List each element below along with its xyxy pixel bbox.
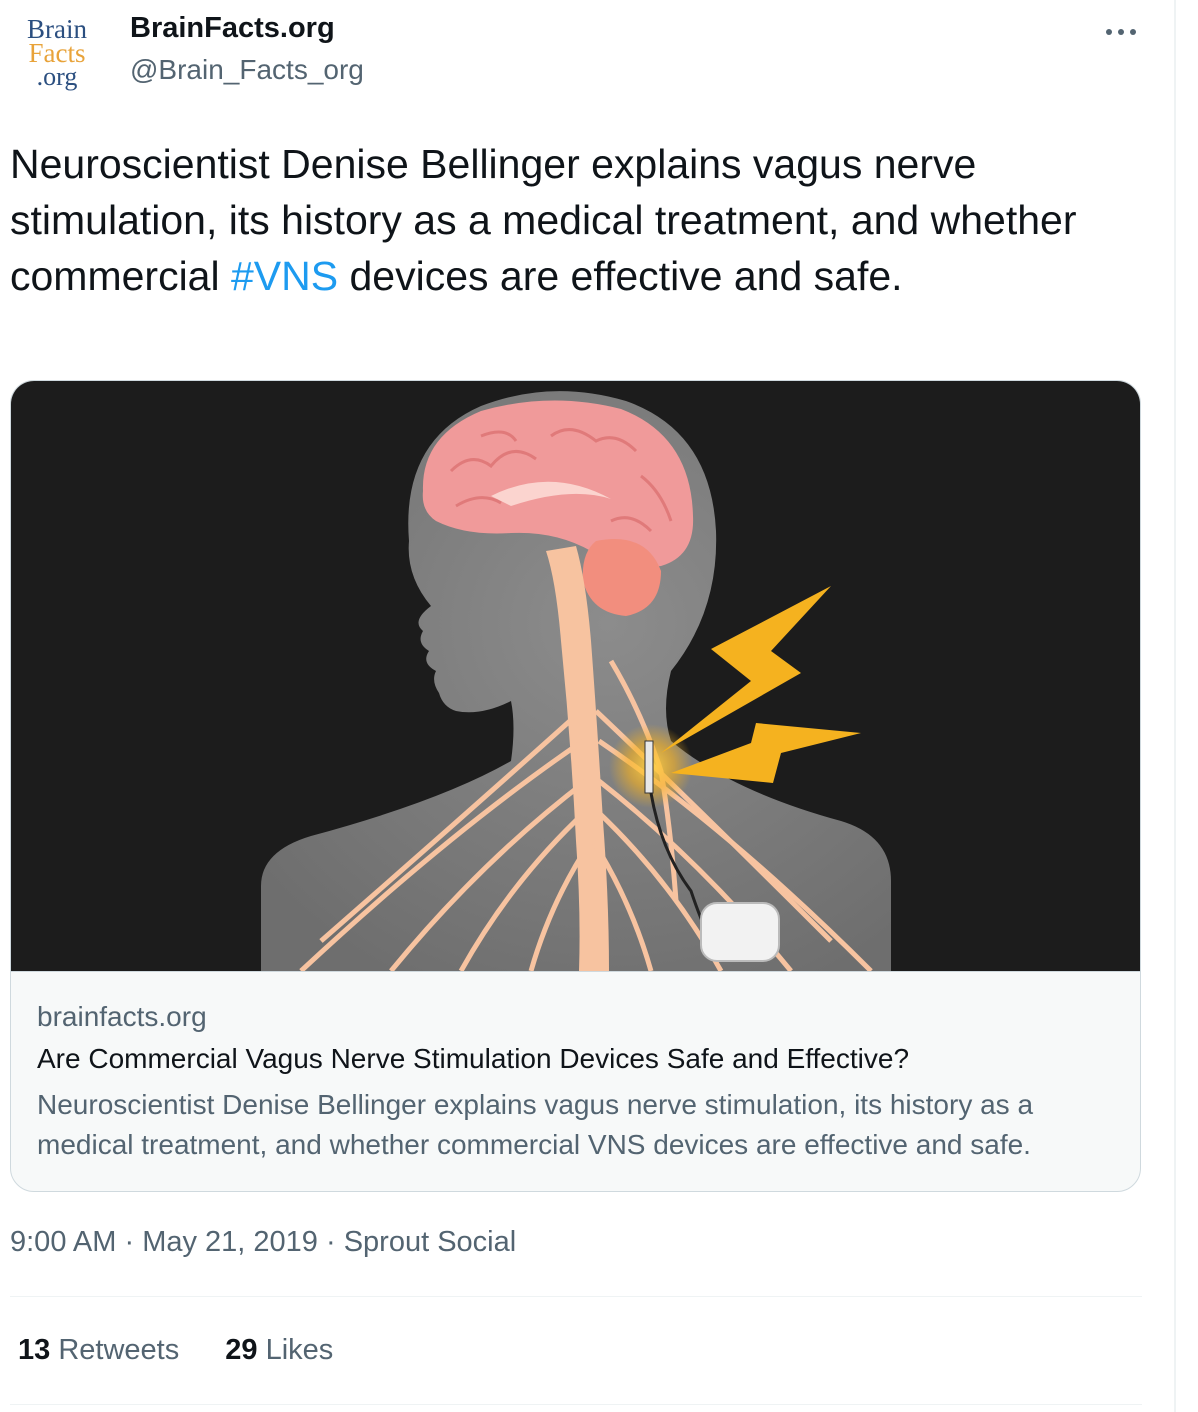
meta-separator: · xyxy=(317,1226,344,1258)
tweet-text: Neuroscientist Denise Bellinger explains… xyxy=(10,136,1120,304)
author-handle[interactable]: @Brain_Facts_org xyxy=(130,54,364,86)
tweet-date[interactable]: May 21, 2019 xyxy=(142,1226,318,1258)
tweet-metadata: 9:00 AM · May 21, 2019 · Sprout Social xyxy=(10,1226,516,1259)
likes-count: 29 xyxy=(225,1334,258,1366)
avatar[interactable]: Brain Facts .org xyxy=(10,8,104,102)
card-domain: brainfacts.org xyxy=(37,1001,207,1032)
retweets-label: Retweets xyxy=(58,1334,180,1366)
retweets-stat[interactable]: 13 Retweets xyxy=(18,1334,179,1366)
card-title: Are Commercial Vagus Nerve Stimulation D… xyxy=(37,1043,910,1074)
divider xyxy=(10,1296,1142,1297)
tweet-source[interactable]: Sprout Social xyxy=(344,1226,517,1258)
electrode xyxy=(644,740,654,794)
author-display-name[interactable]: BrainFacts.org xyxy=(130,12,335,45)
timeline-border xyxy=(1174,0,1176,1412)
meta-separator: · xyxy=(116,1226,143,1258)
more-horizontal-icon[interactable] xyxy=(1100,14,1142,48)
card-image xyxy=(11,381,1140,973)
likes-label: Likes xyxy=(265,1334,334,1366)
vns-implant xyxy=(700,902,780,962)
tweet-text-end: devices are effective and safe. xyxy=(338,253,903,299)
lightning-bolt xyxy=(671,723,861,783)
more-dot xyxy=(1118,29,1124,35)
likes-stat[interactable]: 29 Likes xyxy=(225,1334,333,1366)
avatar-logo-org: .org xyxy=(36,62,78,91)
hashtag-link[interactable]: #VNS xyxy=(231,253,338,299)
vagus-nerve-illustration xyxy=(261,391,891,973)
tweet-time[interactable]: 9:00 AM xyxy=(10,1226,116,1258)
more-dot xyxy=(1106,29,1112,35)
retweets-count: 13 xyxy=(18,1334,51,1366)
divider xyxy=(10,1404,1142,1405)
card-description: Neuroscientist Denise Bellinger explains… xyxy=(37,1089,1034,1160)
link-card[interactable]: brainfacts.org Are Commercial Vagus Nerv… xyxy=(10,380,1141,1192)
more-dot xyxy=(1130,29,1136,35)
engagement-stats: 13 Retweets 29 Likes xyxy=(18,1334,371,1367)
